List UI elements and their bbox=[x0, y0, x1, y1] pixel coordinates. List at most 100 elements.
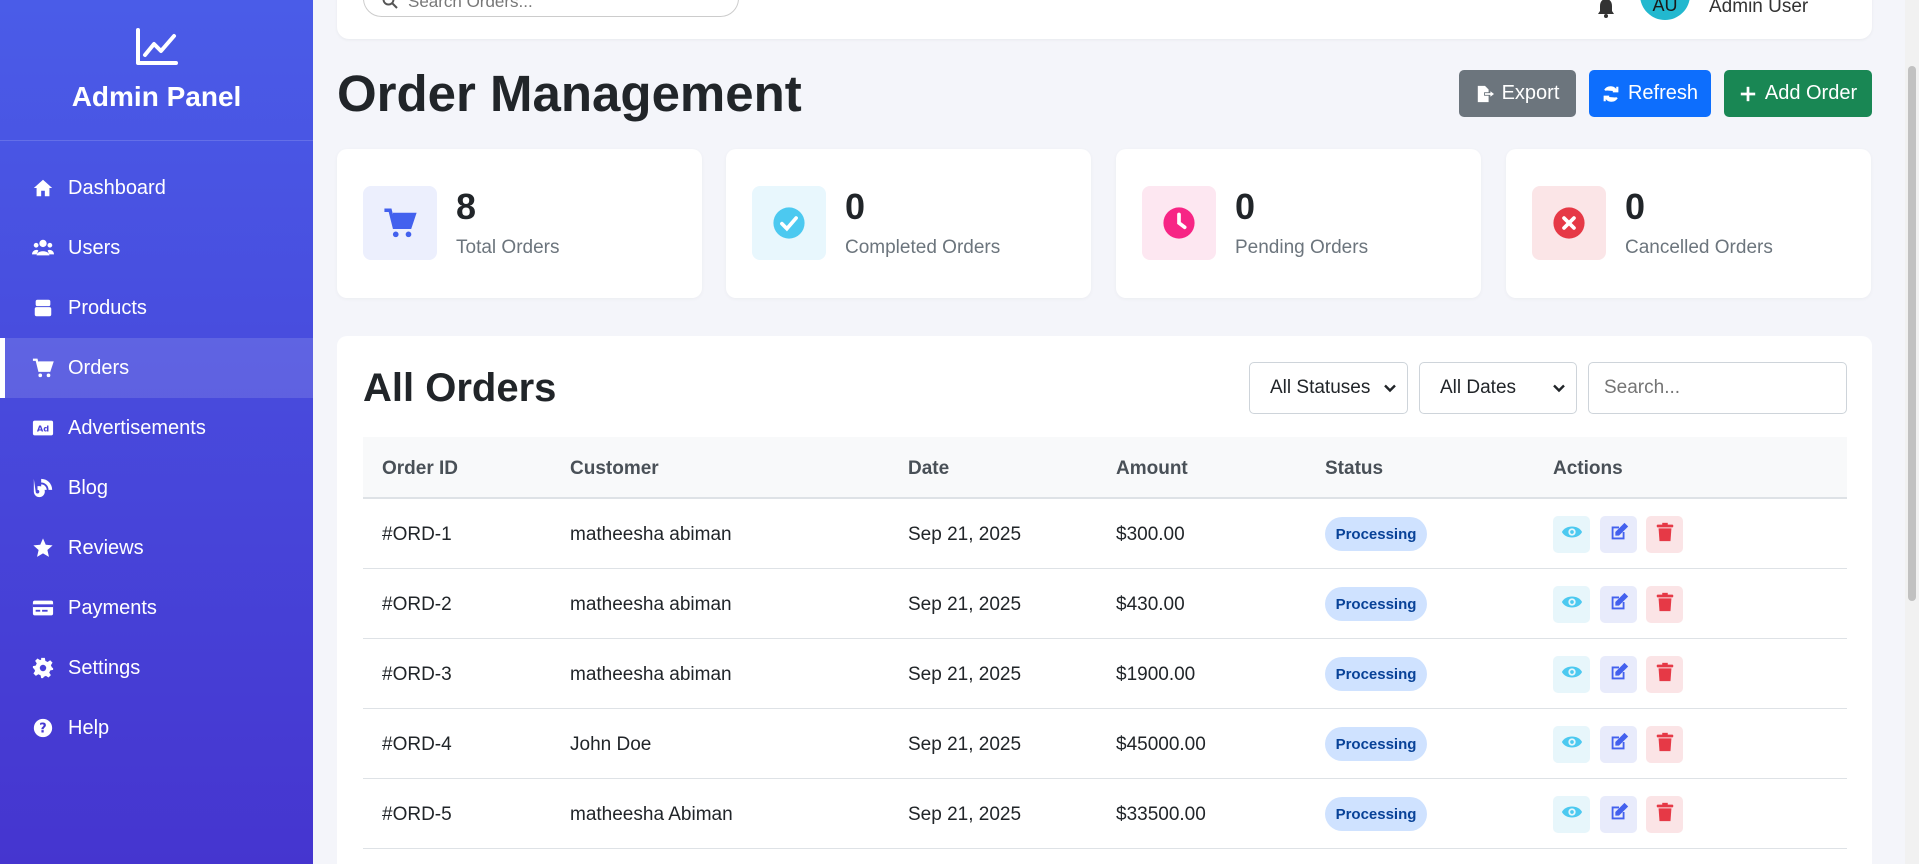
avatar[interactable]: AU bbox=[1640, 0, 1690, 20]
order-date: Sep 21, 2025 bbox=[908, 594, 1022, 615]
order-date: Sep 21, 2025 bbox=[908, 664, 1022, 685]
edit-button[interactable] bbox=[1600, 796, 1637, 833]
edit-icon bbox=[1608, 661, 1630, 688]
status-badge: Processing bbox=[1325, 797, 1427, 831]
stat-icon-box bbox=[1532, 186, 1606, 260]
table-row: #ORD-5 matheesha Abiman Sep 21, 2025 $33500… bbox=[363, 780, 1847, 849]
sidebar-item-advertisements[interactable]: Ad Advertisements bbox=[0, 398, 313, 458]
trash-icon bbox=[1654, 591, 1676, 618]
stat-value: 0 bbox=[845, 186, 866, 227]
customer-name: matheesha abiman bbox=[570, 664, 732, 685]
sidebar-item-label: Help bbox=[68, 716, 110, 739]
scrollbar[interactable] bbox=[1905, 0, 1919, 864]
edit-button[interactable] bbox=[1600, 656, 1637, 693]
sidebar-item-blog[interactable]: Blog bbox=[0, 458, 313, 518]
chart-line-icon bbox=[135, 28, 178, 65]
delete-button[interactable] bbox=[1646, 726, 1683, 763]
orders-panel: All Orders All Statuses All Dates Order … bbox=[337, 336, 1872, 864]
edit-button[interactable] bbox=[1600, 516, 1637, 553]
delete-button[interactable] bbox=[1646, 656, 1683, 693]
stat-label: Cancelled Orders bbox=[1625, 237, 1773, 258]
stat-icon-box bbox=[363, 186, 437, 260]
stat-icon-box bbox=[752, 186, 826, 260]
column-header: Status bbox=[1325, 458, 1384, 479]
delete-button[interactable] bbox=[1646, 796, 1683, 833]
export-button[interactable]: Export bbox=[1459, 70, 1576, 117]
status-filter-value: All Statuses bbox=[1270, 377, 1371, 398]
cart-icon bbox=[30, 357, 56, 379]
stat-card-completed: 0 Completed Orders bbox=[726, 149, 1091, 298]
sidebar-item-users[interactable]: Users bbox=[0, 218, 313, 278]
status-filter[interactable]: All Statuses bbox=[1249, 362, 1408, 414]
plus-icon bbox=[1740, 86, 1756, 101]
sidebar-item-settings[interactable]: Settings bbox=[0, 638, 313, 698]
box-icon bbox=[30, 297, 56, 319]
order-id: #ORD-1 bbox=[382, 524, 452, 545]
cart-icon bbox=[384, 208, 417, 238]
order-id: #ORD-5 bbox=[382, 804, 452, 825]
sidebar-item-label: Users bbox=[68, 236, 121, 259]
clock-icon bbox=[1163, 207, 1195, 239]
edit-button[interactable] bbox=[1600, 586, 1637, 623]
eye-icon bbox=[1561, 661, 1583, 688]
order-amount: $300.00 bbox=[1116, 524, 1185, 545]
view-button[interactable] bbox=[1553, 586, 1590, 623]
sidebar-item-dashboard[interactable]: Dashboard bbox=[0, 158, 313, 218]
orders-search-input[interactable] bbox=[1588, 362, 1847, 414]
refresh-icon bbox=[1603, 85, 1619, 102]
sidebar: Admin Panel Dashboard Users Products Ord… bbox=[0, 0, 313, 864]
help-icon: ? bbox=[30, 717, 56, 739]
date-filter[interactable]: All Dates bbox=[1419, 362, 1577, 414]
edit-button[interactable] bbox=[1600, 726, 1637, 763]
sidebar-item-help[interactable]: ? Help bbox=[0, 698, 313, 758]
order-amount: $1900.00 bbox=[1116, 664, 1196, 685]
sidebar-item-label: Reviews bbox=[68, 536, 144, 559]
delete-button[interactable] bbox=[1646, 586, 1683, 623]
eye-icon bbox=[1561, 591, 1583, 618]
column-header: Amount bbox=[1116, 458, 1188, 479]
stat-label: Completed Orders bbox=[845, 237, 1001, 258]
trash-icon bbox=[1654, 801, 1676, 828]
sidebar-item-products[interactable]: Products bbox=[0, 278, 313, 338]
edit-icon bbox=[1608, 591, 1630, 618]
refresh-button[interactable]: Refresh bbox=[1589, 70, 1711, 117]
search-icon bbox=[382, 0, 398, 9]
eye-icon bbox=[1561, 801, 1583, 828]
add-order-label: Add Order bbox=[1764, 82, 1858, 104]
status-badge: Processing bbox=[1325, 727, 1427, 761]
view-button[interactable] bbox=[1553, 656, 1590, 693]
brand-title: Admin Panel bbox=[71, 81, 242, 112]
table-row: #ORD-2 matheesha abiman Sep 21, 2025 $430.0… bbox=[363, 570, 1847, 639]
order-date: Sep 21, 2025 bbox=[908, 804, 1022, 825]
customer-name: matheesha Abiman bbox=[570, 804, 733, 825]
file-export-icon bbox=[1477, 85, 1494, 102]
search-input[interactable]: Search Orders... bbox=[363, 0, 739, 17]
view-button[interactable] bbox=[1553, 516, 1590, 553]
sidebar-item-reviews[interactable]: Reviews bbox=[0, 518, 313, 578]
svg-text:?: ? bbox=[39, 722, 46, 737]
stat-card-total: 8 Total Orders bbox=[337, 149, 702, 298]
username[interactable]: Admin User bbox=[1709, 0, 1808, 18]
bell-icon[interactable] bbox=[1597, 0, 1615, 18]
table-row: #ORD-3 matheesha abiman Sep 21, 2025 $1900.… bbox=[363, 640, 1847, 709]
add-order-button[interactable]: Add Order bbox=[1724, 70, 1872, 117]
status-badge: Processing bbox=[1325, 517, 1427, 551]
brand: Admin Panel bbox=[0, 0, 313, 141]
sidebar-item-orders[interactable]: Orders bbox=[0, 338, 313, 398]
delete-button[interactable] bbox=[1646, 516, 1683, 553]
order-date: Sep 21, 2025 bbox=[908, 524, 1022, 545]
view-button[interactable] bbox=[1553, 726, 1590, 763]
home-icon bbox=[30, 177, 56, 199]
sidebar-item-label: Blog bbox=[68, 476, 109, 499]
chevron-down-icon bbox=[1553, 384, 1565, 393]
customer-name: matheesha abiman bbox=[570, 594, 732, 615]
stat-value: 8 bbox=[456, 186, 477, 227]
column-header: Date bbox=[908, 458, 950, 479]
scrollbar-thumb[interactable] bbox=[1908, 66, 1916, 601]
export-label: Export bbox=[1501, 82, 1560, 104]
status-badge: Processing bbox=[1325, 587, 1427, 621]
sidebar-item-label: Dashboard bbox=[68, 176, 166, 199]
sidebar-item-payments[interactable]: Payments bbox=[0, 578, 313, 638]
view-button[interactable] bbox=[1553, 796, 1590, 833]
date-filter-value: All Dates bbox=[1440, 377, 1517, 398]
